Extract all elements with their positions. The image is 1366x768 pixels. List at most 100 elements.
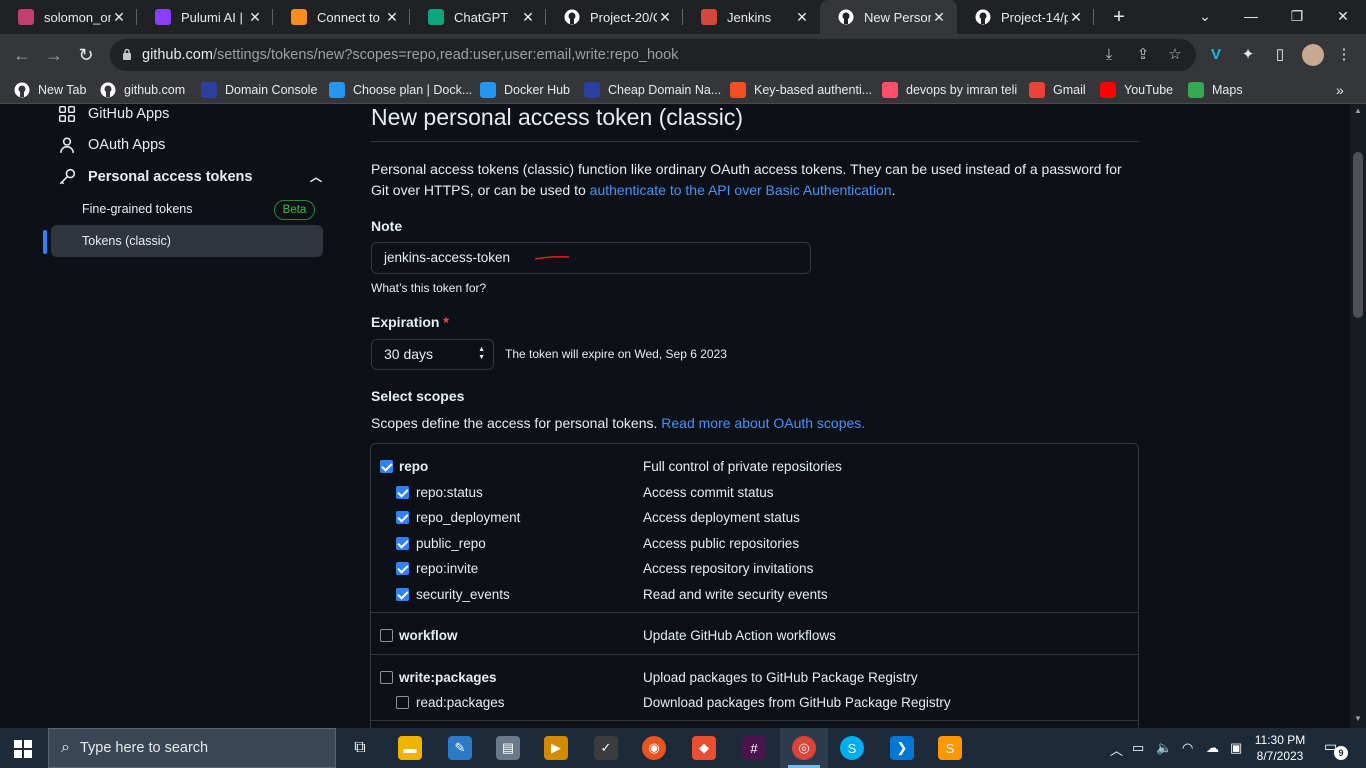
new-tab-button[interactable]: + <box>1106 5 1132 29</box>
scroll-up-arrow-icon[interactable]: ▲ <box>1350 104 1366 118</box>
close-tab-icon[interactable]: ✕ <box>657 9 673 26</box>
person-icon <box>60 137 74 153</box>
wifi-icon[interactable]: ◠ <box>1182 740 1193 756</box>
scope-checkbox[interactable] <box>396 537 409 550</box>
close-tab-icon[interactable]: ✕ <box>247 9 263 26</box>
volume-icon[interactable]: 🔈 <box>1156 740 1172 756</box>
bookmark-item[interactable]: Gmail <box>1029 81 1086 99</box>
scope-checkbox[interactable] <box>396 562 409 575</box>
onedrive-cloud-icon[interactable]: ☁ <box>1206 740 1219 756</box>
browser-tab[interactable]: New Personal✕ <box>820 0 957 34</box>
browser-tab[interactable]: Connect to in✕ <box>273 0 410 34</box>
scope-checkbox[interactable] <box>396 588 409 601</box>
vimeo-extension-icon[interactable]: V <box>1206 45 1226 65</box>
side-panel-icon[interactable]: ▯ <box>1270 45 1290 65</box>
slack-icon[interactable]: # <box>742 736 766 760</box>
taskbar-clock[interactable]: 11:30 PM 8/7/2023 <box>1250 732 1310 764</box>
scope-checkbox[interactable] <box>396 486 409 499</box>
close-tab-icon[interactable]: ✕ <box>931 9 947 26</box>
tab-search-chevron-icon[interactable]: ⌄ <box>1182 0 1228 32</box>
bookmark-item[interactable]: Docker Hub <box>480 81 570 99</box>
profile-avatar[interactable] <box>1302 44 1324 66</box>
bookmark-item[interactable]: Key-based authenti... <box>730 81 872 99</box>
browser-tab[interactable]: solomon_onw✕ <box>0 0 137 34</box>
scope-checkbox[interactable] <box>396 511 409 524</box>
ubuntu-icon[interactable]: ◉ <box>642 736 666 760</box>
tab-title: Pulumi AI | Pu <box>181 9 247 25</box>
aws-icon <box>291 9 307 25</box>
sidebar-item-oauth-apps[interactable]: OAuth Apps <box>52 129 165 161</box>
browser-tab[interactable]: Pulumi AI | Pu✕ <box>137 0 273 34</box>
vscode-icon[interactable]: ❯ <box>890 736 914 760</box>
chrome-icon[interactable]: ◎ <box>792 736 816 760</box>
sidebar-item-tokens-classic[interactable]: Tokens (classic) <box>51 225 323 257</box>
note-input[interactable]: jenkins-access-token <box>371 242 811 274</box>
page-scrollbar[interactable]: ▲ ▼ <box>1350 104 1366 728</box>
scope-checkbox[interactable] <box>380 629 393 642</box>
sidebar-item-label: OAuth Apps <box>88 137 166 153</box>
close-window-button[interactable]: ✕ <box>1320 0 1366 32</box>
notifications-icon[interactable]: ▭ 9 <box>1324 738 1348 760</box>
minimize-button[interactable]: — <box>1228 0 1274 32</box>
close-tab-icon[interactable]: ✕ <box>111 9 127 26</box>
oauth-scopes-link[interactable]: Read more about OAuth scopes. <box>661 415 865 431</box>
note-hint: What’s this token for? <box>371 281 487 295</box>
scope-row: write:packages Upload packages to GitHub … <box>371 667 1138 689</box>
chevron-up-icon[interactable]: ︿ <box>310 168 322 185</box>
sublime-text-icon[interactable]: S <box>938 736 962 760</box>
app-icon[interactable]: ✎ <box>448 736 472 760</box>
bookmark-item[interactable]: New Tab <box>14 81 86 99</box>
extensions-puzzle-icon[interactable]: ✦ <box>1238 45 1258 65</box>
sidebar-item-personal-access-tokens[interactable]: Personal access tokens ︿ <box>52 161 322 193</box>
app-icon[interactable]: ▤ <box>496 736 520 760</box>
browser-tab[interactable]: Jenkins ✕ <box>683 0 820 34</box>
meet-now-icon[interactable]: ▣ <box>1230 740 1242 756</box>
address-bar[interactable]: github.com/settings/tokens/new?scopes=re… <box>110 39 1196 71</box>
expiration-select[interactable]: 30 days ▲ ▼ <box>371 339 494 370</box>
close-tab-icon[interactable]: ✕ <box>1068 9 1084 26</box>
browser-tab[interactable]: Project-20/Co✕ <box>546 0 683 34</box>
battery-icon[interactable]: ▭ <box>1132 740 1144 756</box>
browser-tab[interactable]: ChatGPT ✕ <box>410 0 546 34</box>
bookmark-item[interactable]: Cheap Domain Na... <box>584 81 721 99</box>
app-icon[interactable]: ✓ <box>594 736 618 760</box>
menu-kebab-icon[interactable]: ⋮ <box>1334 45 1354 65</box>
windows-start-icon[interactable] <box>14 740 32 758</box>
bookmark-item[interactable]: YouTube <box>1100 81 1173 99</box>
install-app-icon[interactable]: ⤓ <box>1100 46 1118 64</box>
bookmark-star-icon[interactable]: ☆ <box>1166 46 1184 64</box>
show-hidden-icons-chevron-icon[interactable]: ︿ <box>1110 740 1123 758</box>
scroll-thumb[interactable] <box>1353 152 1363 318</box>
share-icon[interactable]: ⇪ <box>1134 46 1152 64</box>
expiration-note: The token will expire on Wed, Sep 6 2023 <box>505 347 727 361</box>
bookmark-item[interactable]: Maps <box>1188 81 1243 99</box>
sidebar-item-label: Tokens (classic) <box>82 234 171 248</box>
task-view-icon[interactable]: ⧉ <box>348 736 372 760</box>
file-explorer-icon[interactable]: ▬ <box>398 736 422 760</box>
bookmark-label: Key-based authenti... <box>754 83 873 97</box>
more-bookmarks-chevron-icon[interactable]: » <box>1336 81 1344 99</box>
git-icon[interactable]: ◆ <box>692 736 716 760</box>
reload-button[interactable]: ↻ <box>74 43 98 67</box>
bookmark-item[interactable]: Domain Console <box>201 81 317 99</box>
scope-checkbox[interactable] <box>396 696 409 709</box>
expiration-label-text: Expiration <box>371 314 440 330</box>
back-button[interactable]: ← <box>10 43 34 67</box>
close-tab-icon[interactable]: ✕ <box>384 9 400 26</box>
restore-button[interactable]: ❐ <box>1274 0 1320 32</box>
basic-auth-link[interactable]: authenticate to the API over Basic Authe… <box>590 182 892 198</box>
taskbar-search[interactable]: ⌕ Type here to search <box>48 728 336 768</box>
skype-icon[interactable]: S <box>840 736 864 760</box>
media-player-icon[interactable]: ▶ <box>544 736 568 760</box>
close-tab-icon[interactable]: ✕ <box>794 9 810 26</box>
close-tab-icon[interactable]: ✕ <box>520 9 536 26</box>
scope-checkbox[interactable] <box>380 671 393 684</box>
sidebar-item-github-apps[interactable]: GitHub Apps <box>52 104 169 130</box>
bookmark-item[interactable]: devops by imran teli <box>882 81 1017 99</box>
browser-tab[interactable]: Project-14/pr ✕ <box>957 0 1094 34</box>
scope-checkbox[interactable] <box>380 460 393 473</box>
scroll-down-arrow-icon[interactable]: ▼ <box>1350 712 1366 726</box>
forward-button[interactable]: → <box>42 43 66 67</box>
bookmark-item[interactable]: Choose plan | Dock... <box>329 81 472 99</box>
bookmark-item[interactable]: github.com <box>100 81 185 99</box>
